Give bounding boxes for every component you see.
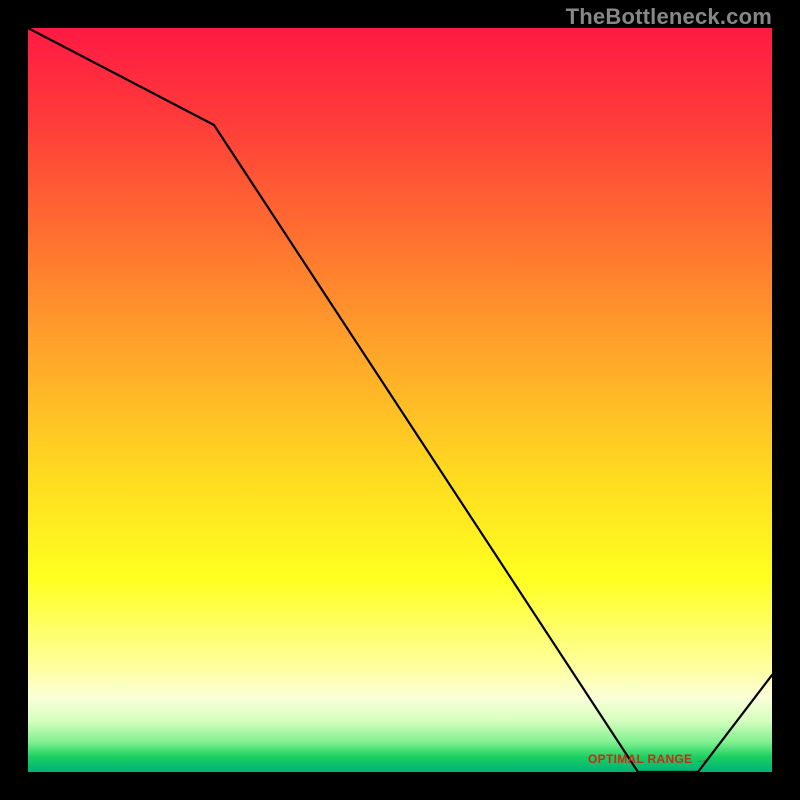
chart-frame: TheBottleneck.com OPTIMAL RANGE → — [0, 0, 800, 800]
watermark-text: TheBottleneck.com — [566, 4, 772, 30]
optimal-range-label: OPTIMAL RANGE → — [588, 752, 708, 766]
bottleneck-line — [28, 28, 772, 772]
curve-path — [28, 28, 772, 772]
plot-area: OPTIMAL RANGE → — [28, 28, 772, 772]
